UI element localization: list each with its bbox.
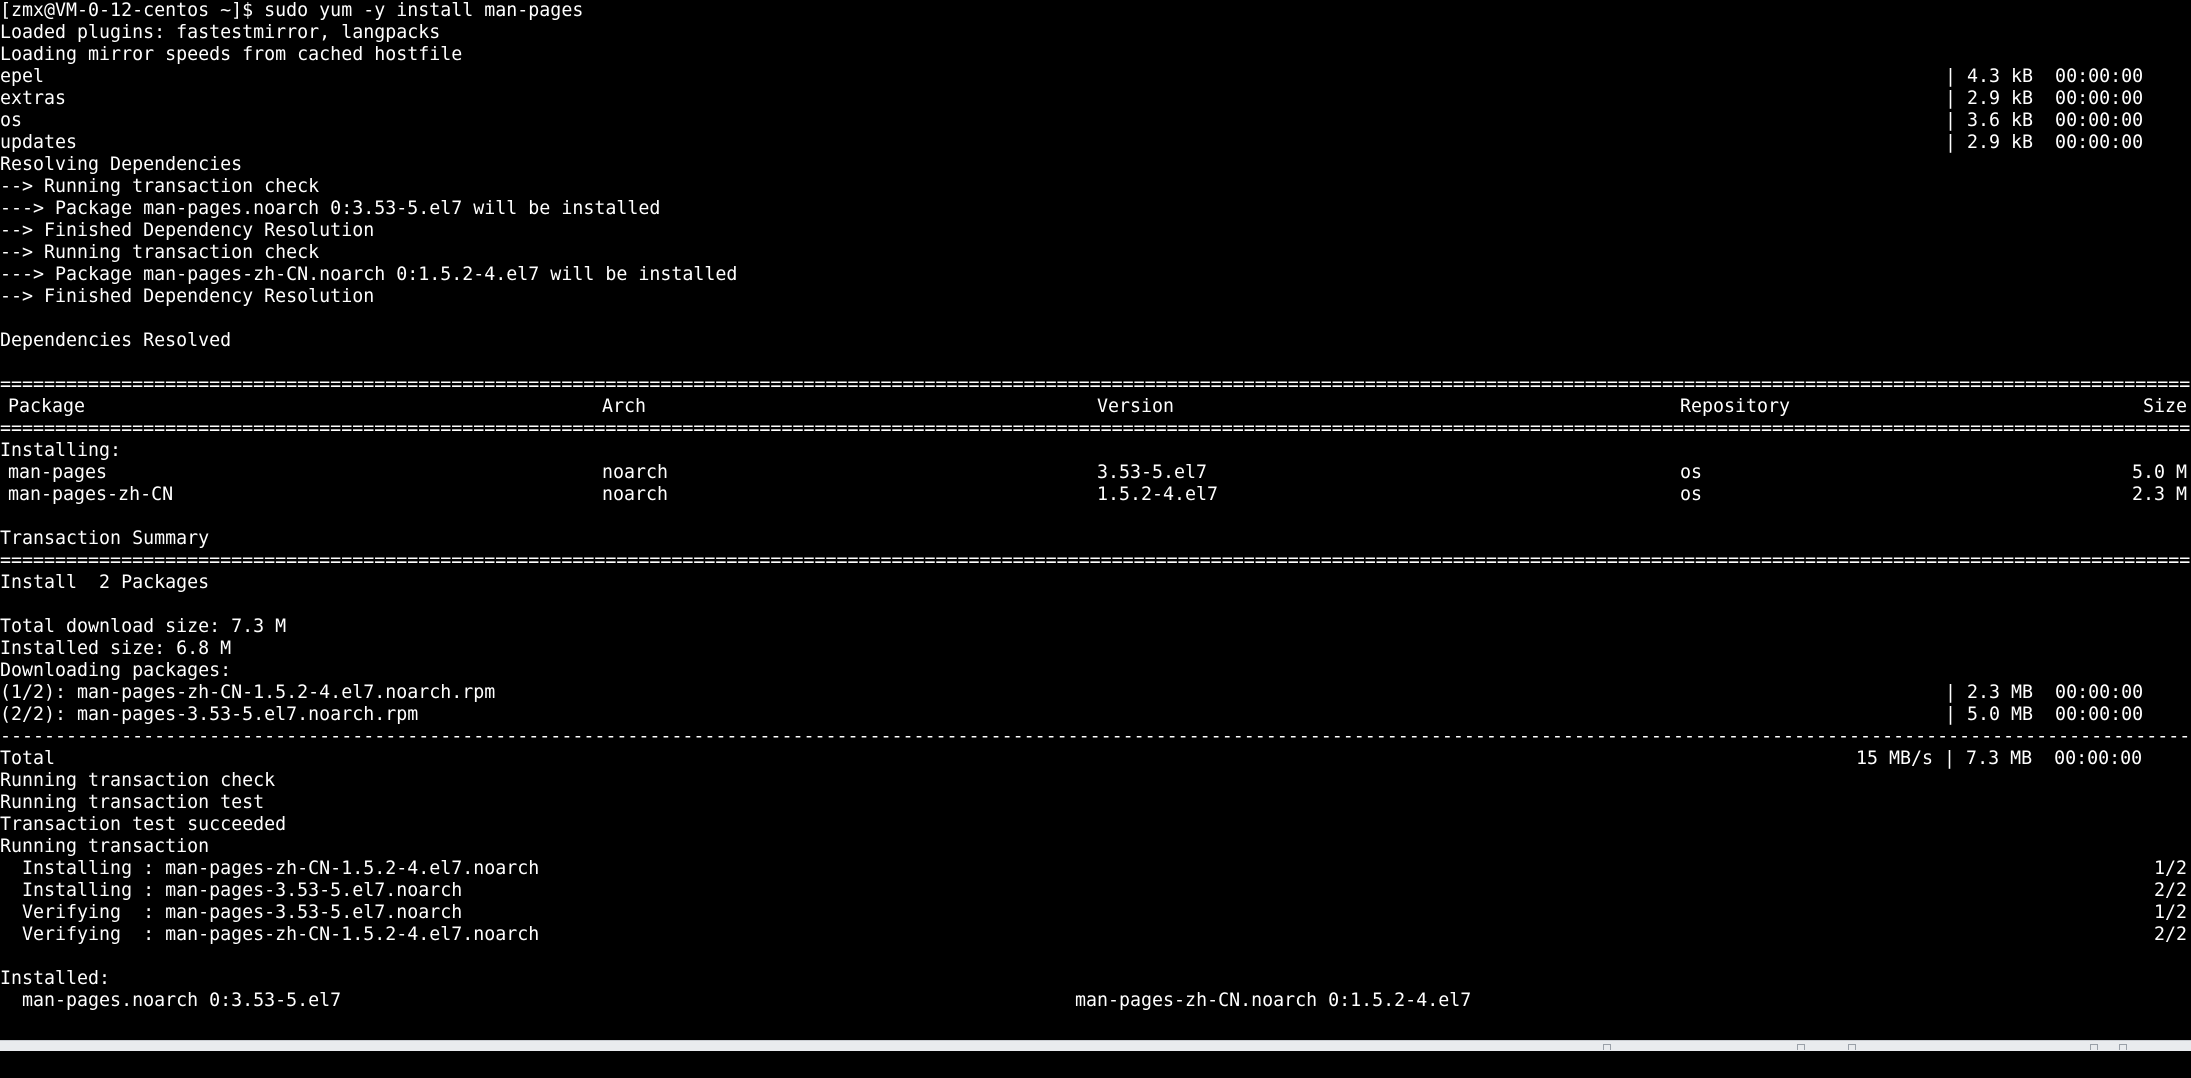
total-line: Total 15 MB/s | 7.3 MB 00:00:00 (0, 748, 2191, 770)
step-text: Installing : man-pages-zh-CN-1.5.2-4.el7… (0, 858, 540, 879)
repo-stat: | 2.9 kB 00:00:00 (1945, 132, 2144, 153)
summary-rule: ========================================… (0, 550, 2191, 571)
row-arch: noarch (602, 484, 669, 505)
download-stat: | 2.3 MB 00:00:00 (1945, 682, 2144, 703)
repo-stat: | 2.9 kB 00:00:00 (1945, 88, 2144, 109)
download-name: (2/2): man-pages-3.53-5.el7.noarch.rpm (0, 704, 419, 725)
header-arch: Arch (602, 396, 647, 417)
total-dash-rule: ----------------------------------------… (0, 726, 2191, 747)
resolve-line: --> Running transaction check (0, 176, 320, 197)
step-text: Installing : man-pages-3.53-5.el7.noarch (0, 880, 463, 901)
repo-line: extras | 2.9 kB 00:00:00 (0, 88, 2191, 110)
command-prompt: [zmx@VM-0-12-centos ~]$ sudo yum -y inst… (0, 0, 584, 21)
row-package: man-pages-zh-CN (8, 484, 174, 505)
header-version: Version (1097, 396, 1175, 417)
step-text: Verifying : man-pages-zh-CN-1.5.2-4.el7.… (0, 924, 540, 945)
installed-label: Installed: (0, 968, 111, 989)
installing-label: Installing: (0, 440, 122, 461)
status-icon (1603, 1044, 1611, 1050)
resolve-line: --> Finished Dependency Resolution (0, 220, 375, 241)
row-package: man-pages (8, 462, 108, 483)
row-arch: noarch (602, 462, 669, 483)
repo-line: epel | 4.3 kB 00:00:00 (0, 66, 2191, 88)
installed-package: man-pages.noarch 0:3.53-5.el7 (0, 990, 342, 1011)
step-count: 1/2 (2153, 858, 2187, 879)
dependencies-resolved-line: Dependencies Resolved (0, 330, 232, 351)
header-package: Package (8, 396, 86, 417)
mirror-message-line: Loading mirror speeds from cached hostfi… (0, 44, 463, 65)
resolve-line: --> Running transaction check (0, 242, 320, 263)
table-header-rule: ========================================… (0, 418, 2191, 439)
installed-line: man-pages.noarch 0:3.53-5.el7 man-pages-… (0, 990, 2191, 1012)
download-line: (1/2): man-pages-zh-CN-1.5.2-4.el7.noarc… (0, 682, 2191, 704)
repo-line: os | 3.6 kB 00:00:00 (0, 110, 2191, 132)
status-icon (1797, 1044, 1805, 1050)
step-count: 2/2 (2153, 924, 2187, 945)
total-download-size: Total download size: 7.3 M (0, 616, 287, 637)
terminal-window[interactable]: [zmx@VM-0-12-centos ~]$ sudo yum -y inst… (0, 0, 2191, 1040)
installed-size: Installed size: 6.8 M (0, 638, 232, 659)
loaded-plugins-line: Loaded plugins: fastestmirror, langpacks (0, 22, 441, 43)
step-line: Verifying : man-pages-zh-CN-1.5.2-4.el7.… (0, 924, 2191, 946)
step-text: Verifying : man-pages-3.53-5.el7.noarch (0, 902, 463, 923)
repo-name: os (0, 110, 23, 131)
row-size: 2.3 M (2131, 484, 2187, 505)
repo-stat: | 3.6 kB 00:00:00 (1945, 110, 2144, 131)
installed-package: man-pages-zh-CN.noarch 0:1.5.2-4.el7 (1075, 990, 1472, 1011)
step-line: Installing : man-pages-zh-CN-1.5.2-4.el7… (0, 858, 2191, 880)
row-repository: os (1680, 484, 1703, 505)
downloading-label: Downloading packages: (0, 660, 232, 681)
row-version: 1.5.2-4.el7 (1097, 484, 1219, 505)
repo-stat: | 4.3 kB 00:00:00 (1945, 66, 2144, 87)
total-stat: 15 MB/s | 7.3 MB 00:00:00 (1856, 748, 2143, 769)
header-repository: Repository (1680, 396, 1791, 417)
step-line: Installing : man-pages-3.53-5.el7.noarch… (0, 880, 2191, 902)
status-icon (2119, 1044, 2127, 1050)
table-row: man-pages-zh-CN noarch 1.5.2-4.el7 os 2.… (0, 484, 2191, 506)
repo-name: extras (0, 88, 67, 109)
row-repository: os (1680, 462, 1703, 483)
install-count-line: Install 2 Packages (0, 572, 210, 593)
header-size: Size (2142, 396, 2187, 417)
table-row: man-pages noarch 3.53-5.el7 os 5.0 M (0, 462, 2191, 484)
status-icon (1848, 1044, 1856, 1050)
repo-name: epel (0, 66, 45, 87)
download-name: (1/2): man-pages-zh-CN-1.5.2-4.el7.noarc… (0, 682, 496, 703)
bottom-status-strip (0, 1040, 2191, 1051)
status-icon (2090, 1044, 2098, 1050)
table-header-row: Package Arch Version Repository Size (0, 396, 2191, 418)
repo-line: updates | 2.9 kB 00:00:00 (0, 132, 2191, 154)
step-line: Verifying : man-pages-3.53-5.el7.noarch … (0, 902, 2191, 924)
resolve-line: ---> Package man-pages.noarch 0:3.53-5.e… (0, 198, 661, 219)
resolve-line: ---> Package man-pages-zh-CN.noarch 0:1.… (0, 264, 738, 285)
download-stat: | 5.0 MB 00:00:00 (1945, 704, 2144, 725)
run-line: Running transaction test (0, 792, 265, 813)
repo-name: updates (0, 132, 78, 153)
row-version: 3.53-5.el7 (1097, 462, 1208, 483)
table-top-rule: ========================================… (0, 374, 2191, 395)
run-line: Running transaction (0, 836, 210, 857)
download-line: (2/2): man-pages-3.53-5.el7.noarch.rpm |… (0, 704, 2191, 726)
row-size: 5.0 M (2131, 462, 2187, 483)
transaction-summary-title: Transaction Summary (0, 528, 210, 549)
run-line: Running transaction check (0, 770, 276, 791)
run-line: Transaction test succeeded (0, 814, 287, 835)
resolve-line: --> Finished Dependency Resolution (0, 286, 375, 307)
resolve-line: Resolving Dependencies (0, 154, 243, 175)
step-count: 1/2 (2153, 902, 2187, 923)
total-label: Total (0, 748, 56, 769)
step-count: 2/2 (2153, 880, 2187, 901)
